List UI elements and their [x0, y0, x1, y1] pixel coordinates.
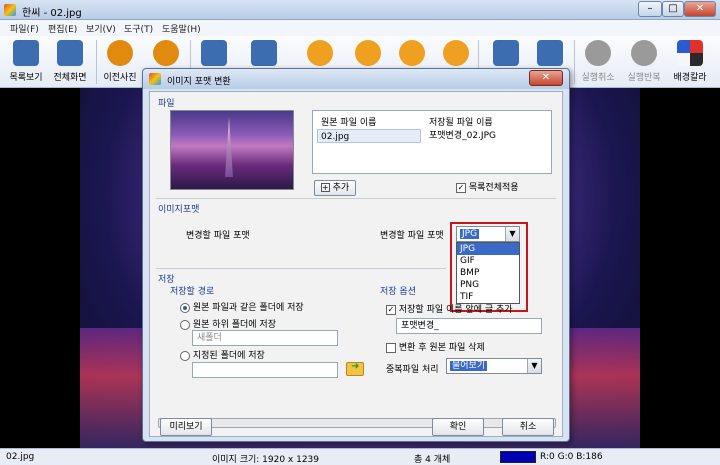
list-view-button[interactable]: 목록보기: [6, 38, 46, 83]
target-file-cell: 포맷변경_02.JPG: [429, 131, 496, 141]
warning-icon: [443, 40, 469, 66]
rotate-right-button[interactable]: [352, 38, 384, 70]
warning-button[interactable]: [440, 38, 472, 70]
image-thumbnail: [170, 110, 294, 190]
divider: [156, 198, 556, 199]
subfolder-input[interactable]: 새폴더: [192, 330, 338, 346]
status-filename: 02.jpg: [6, 452, 35, 462]
close-button[interactable]: ✕: [684, 1, 716, 17]
check-icon: ✓: [456, 182, 466, 193]
settings-button[interactable]: [534, 38, 566, 70]
radio-icon: [180, 302, 190, 313]
subfolder-radio[interactable]: 원본 하위 폴더에 저장: [180, 317, 276, 330]
app-icon: [4, 4, 16, 16]
print-button[interactable]: [198, 38, 230, 70]
thumbnail-tower: [225, 117, 233, 177]
custom-folder-radio[interactable]: 지정된 폴더에 저장: [180, 348, 265, 361]
format-label: 변경할 파일 포맷: [380, 231, 444, 241]
menu-view[interactable]: 보기(V): [86, 22, 116, 35]
fullscreen-icon: [57, 40, 83, 66]
add-file-button[interactable]: + 추가: [314, 180, 356, 196]
menu-bar: 파일(F) 편집(E) 보기(V) 도구(T) 도움말(H): [0, 20, 720, 36]
status-image-size: 이미지 크기: 1920 x 1239: [212, 455, 320, 465]
rotate-left-icon: [307, 40, 333, 66]
save-path-title: 저장할 경로: [170, 287, 215, 297]
convert-button[interactable]: [490, 38, 522, 70]
status-bar: 02.jpg 이미지 크기: 1920 x 1239 총 4 개체 R:0 G:…: [0, 448, 720, 465]
dialog-body: 파일 원본 파일 이름 저장될 파일 이름 02.jpg 포맷변경_02.JPG…: [149, 91, 563, 437]
toolbar-separator: [574, 40, 575, 84]
color-swatch: [500, 451, 536, 463]
toolbar-separator: [96, 40, 97, 84]
divider: [156, 268, 446, 269]
convert-icon: [493, 40, 519, 66]
chevron-down-icon: ▼: [527, 359, 541, 373]
highlight-box: [450, 222, 528, 312]
menu-help[interactable]: 도움말(H): [162, 22, 201, 35]
dialog-close-button[interactable]: ✕: [529, 70, 563, 86]
duplicate-select[interactable]: 물어보기 ▼: [446, 358, 542, 374]
preview-button[interactable]: 미리보기: [160, 418, 212, 436]
source-file-cell[interactable]: 02.jpg: [317, 129, 421, 143]
undo-icon: [585, 40, 611, 66]
radio-icon: [180, 319, 190, 330]
menu-file[interactable]: 파일(F): [10, 22, 39, 35]
col-source-name: 원본 파일 이름: [321, 118, 377, 128]
cancel-button[interactable]: 취소: [502, 418, 554, 436]
dialog-app-icon: [149, 73, 161, 85]
save-button[interactable]: [248, 38, 280, 70]
next-arrow-icon: [153, 40, 179, 66]
radio-icon: [180, 350, 190, 361]
folder-browse-icon[interactable]: [346, 361, 364, 376]
window-title: 한씨 - 02.jpg: [22, 8, 82, 19]
delete-original-checkbox[interactable]: 변환 후 원본 파일 삭제: [386, 340, 485, 353]
menu-tools[interactable]: 도구(T): [124, 22, 153, 35]
menu-edit[interactable]: 편집(E): [48, 22, 77, 35]
same-folder-radio[interactable]: 원본 파일과 같은 폴더에 저장: [180, 300, 304, 313]
prefix-input[interactable]: 포맷변경_: [396, 318, 542, 334]
format-section-title: 이미지포맷: [158, 205, 200, 215]
file-section-title: 파일: [158, 99, 175, 109]
save-icon: [251, 40, 277, 66]
custom-folder-input[interactable]: [192, 362, 338, 378]
prefix-checkbox[interactable]: ✓ 저장할 파일 이름 앞에 글 추가: [386, 302, 513, 315]
bg-color-icon: [677, 40, 703, 66]
add-button-label: 추가: [332, 183, 350, 193]
format-convert-dialog: 이미지 포맷 변환 ✕ 파일 원본 파일 이름 저장될 파일 이름 02.jpg…: [142, 68, 570, 442]
dialog-titlebar: 이미지 포맷 변환 ✕: [143, 69, 569, 89]
undo-button[interactable]: 실행취소: [578, 38, 618, 83]
prev-arrow-icon: [107, 40, 133, 66]
rotate-left-button[interactable]: [304, 38, 336, 70]
duplicate-value: 물어보기: [450, 361, 488, 371]
bg-color-button[interactable]: 배경칼라: [670, 38, 710, 83]
checkbox-icon: [386, 342, 396, 353]
prev-photo-button[interactable]: 이전사진: [100, 38, 140, 83]
list-icon: [13, 40, 39, 66]
status-rgb: R:0 G:0 B:186: [540, 452, 603, 462]
fullscreen-button[interactable]: 전체화면: [50, 38, 90, 83]
dialog-title: 이미지 포맷 변환: [167, 77, 231, 87]
minimize-button[interactable]: –: [638, 1, 662, 17]
print-icon: [201, 40, 227, 66]
format-left-label: 변경할 파일 포맷: [186, 231, 250, 241]
col-target-name: 저장될 파일 이름: [429, 118, 493, 128]
flip-button[interactable]: [396, 38, 428, 70]
apply-all-checkbox[interactable]: ✓ 목록전체적용: [456, 180, 519, 193]
maximize-button[interactable]: □: [662, 1, 684, 17]
file-list[interactable]: 원본 파일 이름 저장될 파일 이름 02.jpg 포맷변경_02.JPG: [312, 110, 552, 174]
rotate-right-icon: [355, 40, 381, 66]
redo-button[interactable]: 실행반복: [624, 38, 664, 83]
settings-icon: [537, 40, 563, 66]
ok-button[interactable]: 확인: [432, 418, 484, 436]
progress-bar: [158, 418, 556, 428]
flip-icon: [399, 40, 425, 66]
window-titlebar: 한씨 - 02.jpg – □ ✕: [0, 0, 720, 20]
redo-icon: [631, 40, 657, 66]
status-total: 총 4 개체: [414, 455, 451, 465]
plus-icon: +: [320, 183, 330, 192]
duplicate-label: 중복파일 처리: [386, 365, 439, 375]
save-options-title: 저장 옵션: [380, 287, 416, 297]
next-photo-button[interactable]: [150, 38, 182, 70]
check-icon: ✓: [386, 304, 396, 315]
